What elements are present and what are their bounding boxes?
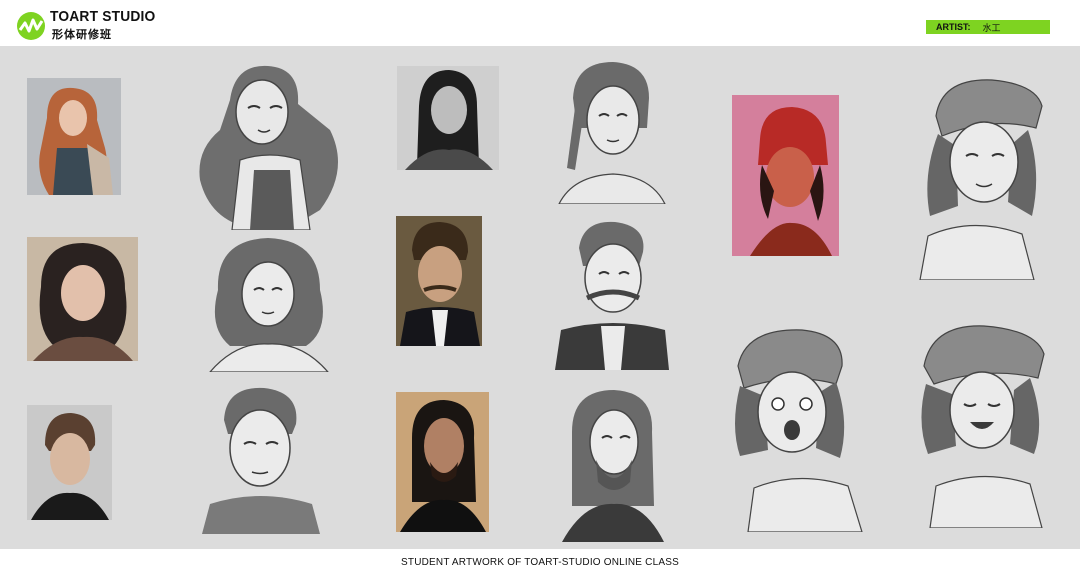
drawing-woman-ponytail xyxy=(553,58,669,204)
reference-photo-long-hair-man xyxy=(396,392,489,532)
drawing-woman-curly-1 xyxy=(190,60,350,230)
artist-badge: ARTIST: 水工 xyxy=(926,20,1050,34)
reference-photo-young-man xyxy=(27,405,112,520)
reference-photo-curly-woman xyxy=(27,237,138,361)
brand-subtitle: 形体研修班 xyxy=(52,28,112,41)
footer-caption: STUDENT ARTWORK OF TOART-STUDIO ONLINE C… xyxy=(0,549,1080,576)
artist-name: 水工 xyxy=(982,23,1001,34)
drawing-curly-hair-girl xyxy=(206,234,332,372)
drawing-young-man xyxy=(200,384,322,534)
artist-label: ARTIST: xyxy=(936,22,971,32)
reference-photo-dark-hair-woman xyxy=(397,66,499,170)
drawing-mustache-man xyxy=(553,218,671,370)
reference-photo-red-hair-woman xyxy=(27,78,121,195)
drawing-beanie-girl-shouting xyxy=(732,326,868,532)
reference-photo-red-beanie-woman xyxy=(732,95,839,256)
brand-name: TOART STUDIO xyxy=(50,8,156,25)
reference-photo-mustache-man xyxy=(396,216,482,346)
drawing-bearded-man xyxy=(558,386,666,542)
toart-logo-icon xyxy=(17,12,45,40)
artwork-canvas xyxy=(0,46,1080,549)
drawing-beanie-girl-laughing xyxy=(918,322,1048,528)
header: TOART STUDIO 形体研修班 ARTIST: 水工 xyxy=(0,0,1080,46)
drawing-beanie-girl xyxy=(912,76,1046,280)
